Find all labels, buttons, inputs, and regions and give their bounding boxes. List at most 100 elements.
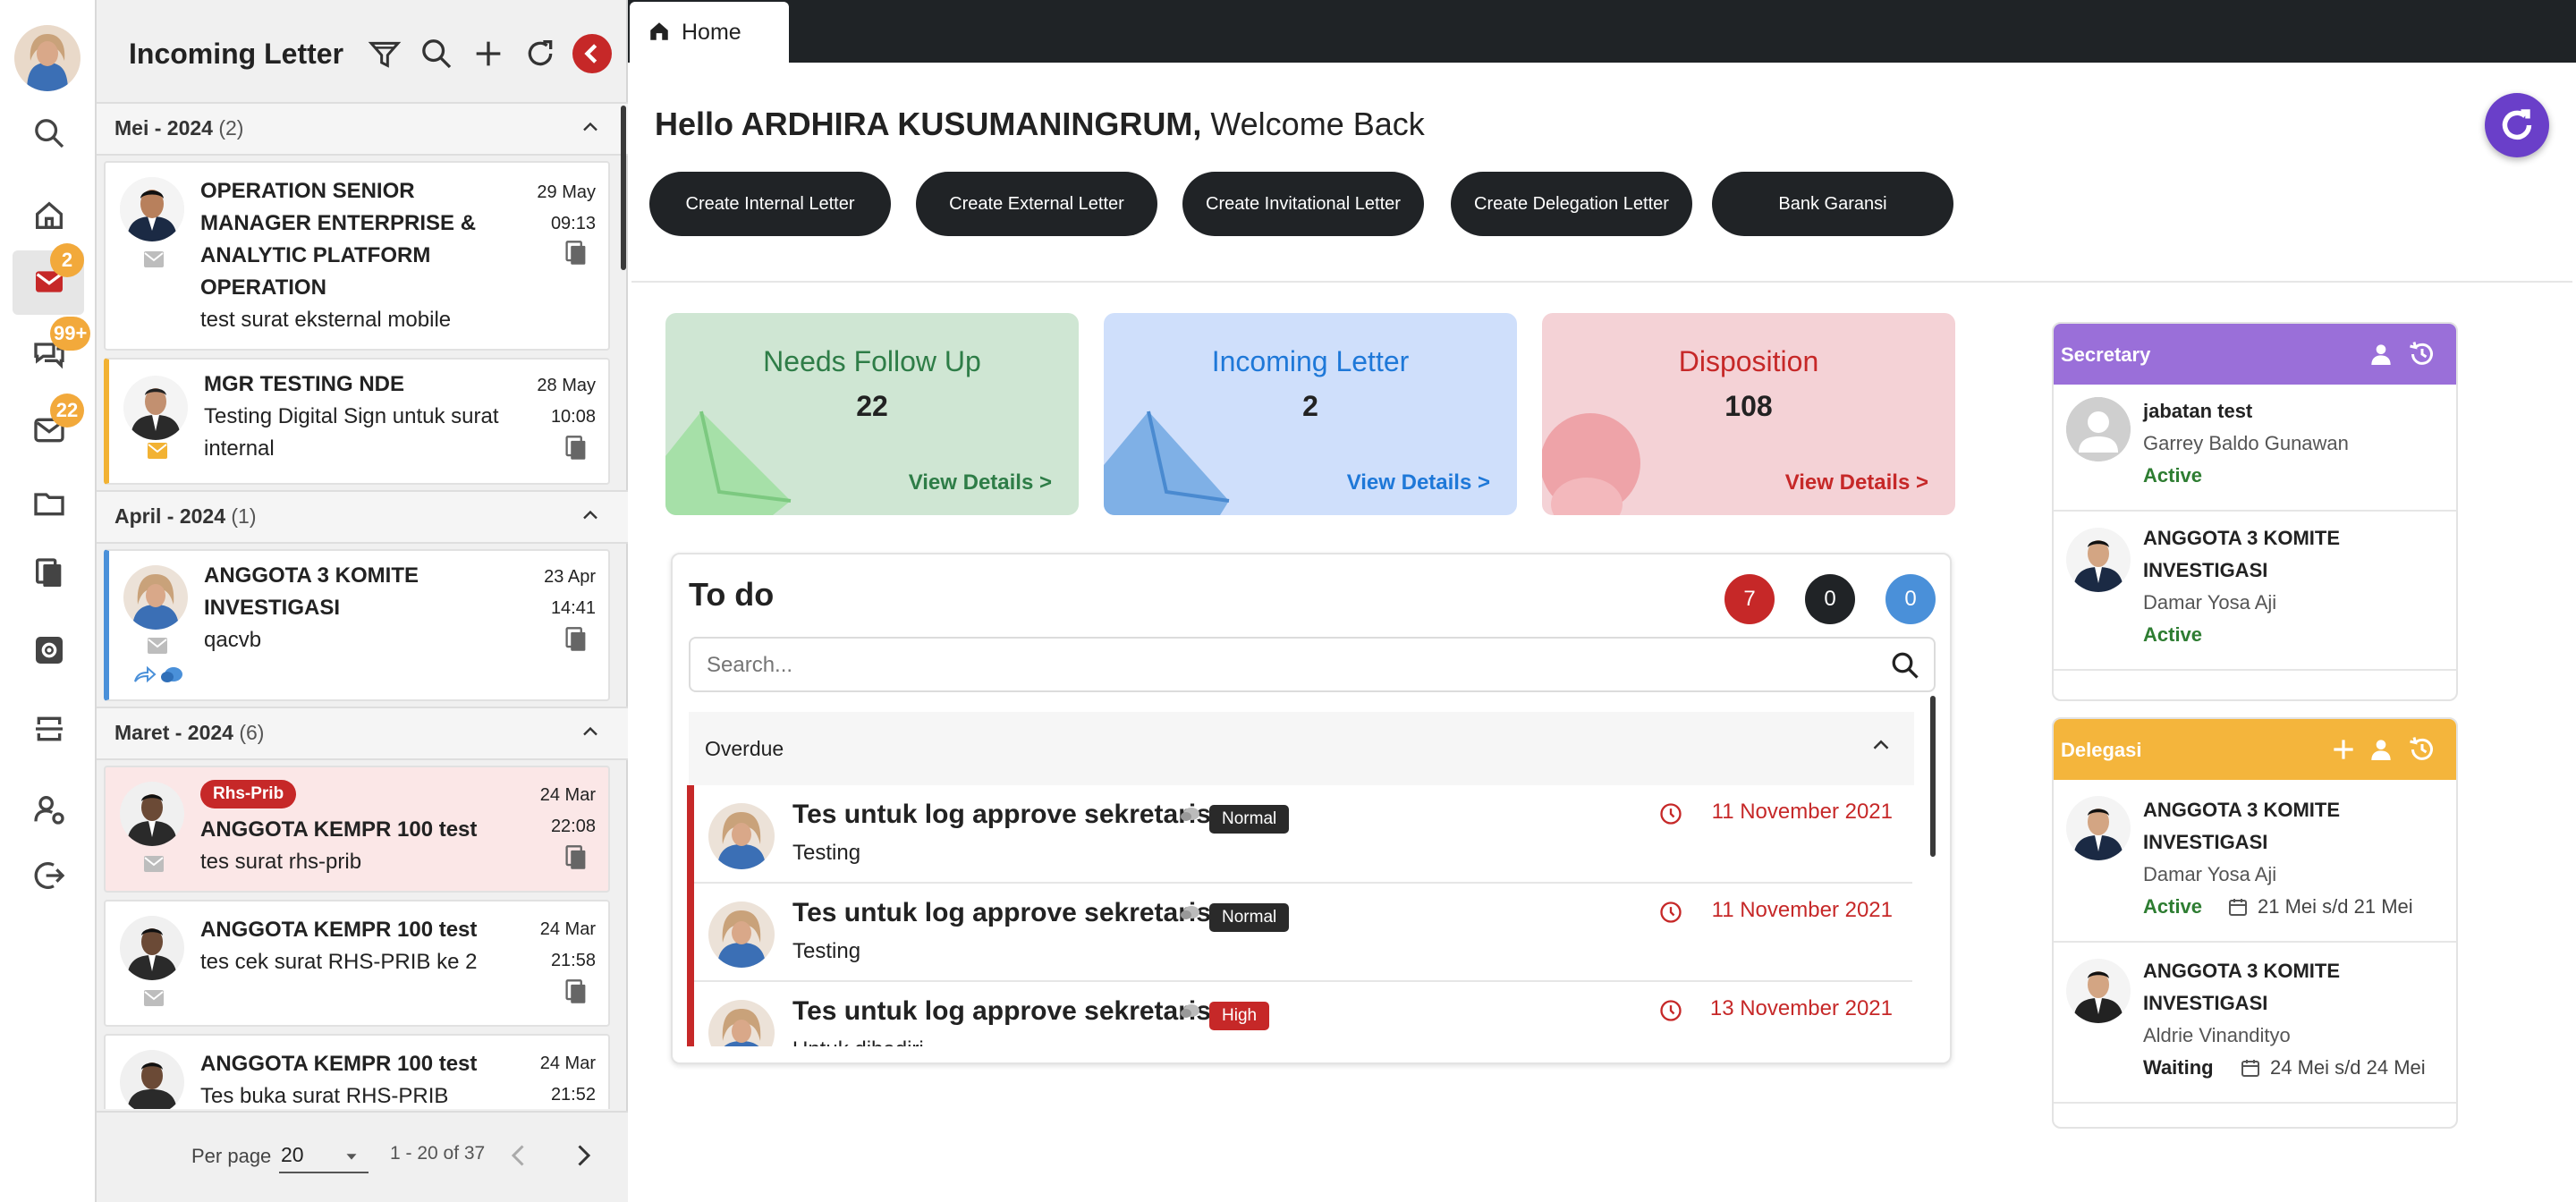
copy-icon[interactable] — [564, 978, 589, 1005]
home-icon — [650, 22, 668, 40]
secretary-position-line: ANGGOTA 3 KOMITE — [2143, 527, 2340, 549]
home-icon[interactable] — [27, 193, 72, 238]
search-icon[interactable] — [27, 111, 72, 156]
todo-item[interactable]: Tes untuk log approve sekretaris High Un… — [687, 982, 1919, 1046]
copy-icon[interactable] — [564, 626, 589, 653]
view-details-link[interactable]: View Details > — [1347, 470, 1490, 495]
person-icon[interactable] — [2367, 340, 2395, 368]
scan-icon[interactable] — [27, 707, 72, 751]
create-external-letter-button[interactable]: Create External Letter — [916, 172, 1157, 236]
letter-subject: test surat eksternal mobile — [200, 308, 452, 332]
greeting-name: Hello ARDHIRA KUSUMANINGRUM, — [655, 106, 1202, 142]
letter-time: 21:58 — [550, 951, 596, 970]
group-header-mei[interactable]: Mei - 2024 (2) — [97, 102, 628, 156]
user-settings-icon[interactable] — [27, 787, 72, 832]
copy-icon[interactable] — [564, 240, 589, 267]
collapse-panel-button[interactable] — [572, 34, 612, 73]
group-header-maret[interactable]: Maret - 2024 (6) — [97, 707, 628, 760]
delegasi-position-line: ANGGOTA 3 KOMITE — [2143, 799, 2340, 821]
letter-date: 24 Mar — [539, 919, 596, 939]
todo-item[interactable]: Tes untuk log approve sekretaris Normal … — [687, 785, 1919, 884]
user-avatar[interactable] — [14, 25, 80, 91]
stat-card-incoming-letter[interactable]: Incoming Letter 2 View Details > — [1104, 313, 1517, 515]
todo-count-blue[interactable]: 0 — [1885, 574, 1936, 624]
letter-date: 24 Mar — [539, 785, 596, 805]
delegasi-name: Damar Yosa Aji — [2143, 863, 2277, 885]
todo-item-title: Tes untuk log approve sekretaris — [792, 898, 1211, 927]
group-count: (6) — [239, 721, 265, 744]
calendar-icon — [2229, 899, 2247, 916]
stat-value: 108 — [1724, 390, 1773, 422]
todo-count-dark[interactable]: 0 — [1805, 574, 1855, 624]
letter-date: 23 Apr — [544, 567, 596, 587]
status-badge: Waiting — [2143, 1056, 2214, 1079]
view-details-link[interactable]: View Details > — [1785, 470, 1928, 495]
search-icon[interactable] — [419, 36, 454, 72]
stat-card-disposition[interactable]: Disposition 108 View Details > — [1542, 313, 1955, 515]
avatar — [708, 803, 775, 869]
per-page-select[interactable]: 20 — [279, 1138, 369, 1173]
divider — [2054, 669, 2456, 671]
comment-icon — [1181, 1004, 1199, 1018]
letter-card[interactable]: OPERATION SENIOR MANAGER ENTERPRISE & AN… — [104, 161, 610, 351]
todo-item[interactable]: Tes untuk log approve sekretaris Normal … — [687, 884, 1919, 982]
group-count: (2) — [218, 116, 244, 140]
filter-icon[interactable] — [367, 36, 402, 72]
refresh-button[interactable] — [2485, 93, 2549, 157]
secretary-name: Damar Yosa Aji — [2143, 591, 2277, 614]
add-icon[interactable] — [470, 36, 506, 72]
create-internal-letter-button[interactable]: Create Internal Letter — [649, 172, 891, 236]
person-icon[interactable] — [2367, 735, 2395, 764]
settings-icon[interactable] — [27, 628, 72, 673]
refresh-icon — [2502, 109, 2532, 140]
folder-icon[interactable] — [27, 481, 72, 526]
stat-card-needs-follow-up[interactable]: Needs Follow Up 22 View Details > — [665, 313, 1079, 515]
copy-icon[interactable] — [564, 844, 589, 871]
clock-icon — [1660, 902, 1682, 923]
todo-item-title: Tes untuk log approve sekretaris — [792, 800, 1211, 829]
refresh-icon[interactable] — [522, 36, 558, 72]
todo-search-box[interactable] — [689, 637, 1936, 692]
bank-garansi-button[interactable]: Bank Garansi — [1712, 172, 1953, 236]
letter-card[interactable]: ANGGOTA KEMPR 100 test Tes buka surat RH… — [104, 1034, 610, 1109]
status-badge: Active — [2143, 895, 2203, 918]
logout-icon[interactable] — [27, 853, 72, 898]
priority-badge: Normal — [1209, 805, 1290, 834]
view-details-link[interactable]: View Details > — [909, 470, 1052, 495]
todo-item-subtitle: Untuk dihadiri — [792, 1037, 924, 1046]
avatar — [2066, 959, 2131, 1023]
letter-card[interactable]: Rhs-Prib ANGGOTA KEMPR 100 test tes sura… — [104, 766, 610, 893]
letter-card[interactable]: ANGGOTA 3 KOMITE INVESTIGASI qacvb 23 Ap… — [104, 549, 610, 701]
group-header-april[interactable]: April - 2024 (1) — [97, 490, 628, 544]
history-icon[interactable] — [2406, 733, 2438, 766]
section-label: Overdue — [705, 737, 784, 760]
comment-icon — [1181, 906, 1199, 919]
disposition-illustration-icon — [1542, 413, 1640, 515]
letter-card[interactable]: MGR TESTING NDE Testing Digital Sign unt… — [104, 358, 610, 485]
chevron-up-icon — [1873, 740, 1889, 749]
next-page-icon[interactable] — [567, 1139, 599, 1172]
history-icon[interactable] — [2406, 338, 2438, 370]
avatar — [2066, 796, 2131, 860]
documents-icon[interactable] — [27, 551, 72, 596]
letter-subject: tes cek surat RHS-PRIB ke 2 — [200, 950, 478, 974]
letter-card[interactable]: ANGGOTA KEMPR 100 test tes cek surat RHS… — [104, 900, 610, 1027]
search-icon[interactable] — [1889, 649, 1921, 681]
create-delegation-letter-button[interactable]: Create Delegation Letter — [1451, 172, 1692, 236]
letter-sender-line: MANAGER ENTERPRISE & — [200, 211, 477, 235]
todo-count-red[interactable]: 7 — [1724, 574, 1775, 624]
todo-search-input[interactable] — [705, 649, 1871, 681]
delegasi-position-line: INVESTIGASI — [2143, 992, 2268, 1014]
copy-icon[interactable] — [564, 435, 589, 461]
add-icon[interactable] — [2329, 735, 2358, 764]
stat-title: Disposition — [1678, 345, 1819, 377]
tab-home[interactable]: Home — [630, 2, 789, 63]
secretary-card: Secretary jabatan test Garrey Baldo Guna… — [2052, 322, 2458, 701]
create-invitational-letter-button[interactable]: Create Invitational Letter — [1182, 172, 1424, 236]
prev-page-icon[interactable] — [503, 1139, 535, 1172]
scrollbar[interactable] — [1930, 696, 1936, 857]
scrollbar[interactable] — [621, 106, 626, 270]
avatar — [120, 177, 184, 241]
group-label: Maret - 2024 — [114, 721, 233, 744]
section-overdue-header[interactable]: Overdue — [689, 712, 1914, 785]
